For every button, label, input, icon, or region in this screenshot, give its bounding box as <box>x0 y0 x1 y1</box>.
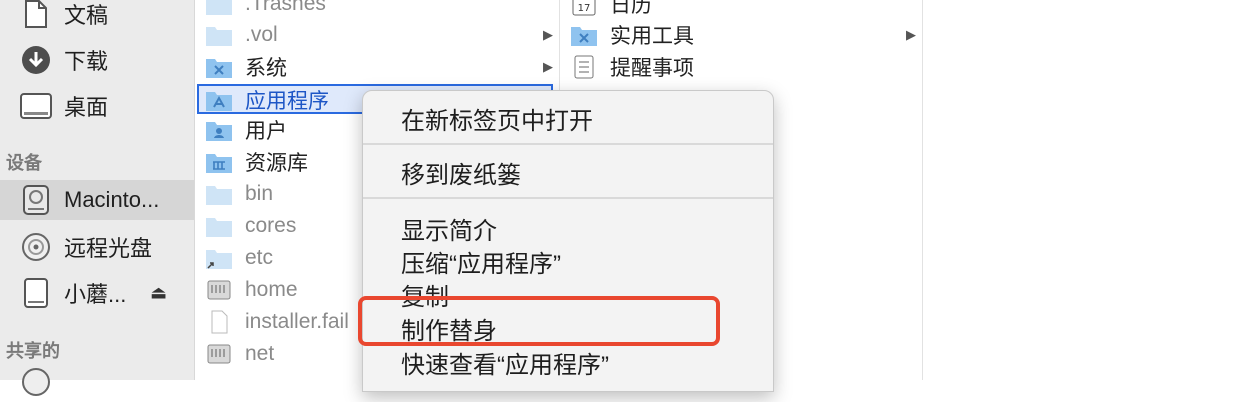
folder-icon <box>205 214 233 238</box>
menu-separator <box>363 143 773 145</box>
file-name: .vol <box>245 23 278 46</box>
file-name: 实用工具 <box>610 25 694 48</box>
sidebar-item-desktop[interactable]: 桌面 <box>0 86 194 126</box>
file-name: installer.fail <box>245 310 349 333</box>
sidebar: 文稿 下载 桌面 设备 Macinto... 远程光盘 小蘑... ⏏ 共享的 <box>0 0 195 396</box>
sidebar-item-label: 文稿 <box>64 3 109 28</box>
sidebar-item-label: 远程光盘 <box>64 236 153 261</box>
disclosure-arrow-icon: ▶ <box>543 27 553 42</box>
eject-icon[interactable]: ⏏ <box>150 283 167 304</box>
context-menu: 在新标签页中打开 移到废纸篓 显示简介 压缩“应用程序” 复制 制作替身 快速查… <box>362 90 774 392</box>
file-row-vol[interactable]: .vol ▶ <box>195 19 559 51</box>
file-icon <box>205 310 233 334</box>
sidebar-item-remote-disc[interactable]: 远程光盘 <box>0 227 194 267</box>
file-name: home <box>245 278 298 301</box>
folder-icon <box>205 182 233 206</box>
calendar-icon: 17 <box>570 0 598 16</box>
sidebar-item-label: 小蘑... <box>64 282 127 307</box>
utilities-folder-icon <box>570 23 598 47</box>
applications-folder-icon <box>205 88 233 112</box>
sidebar-item-label: 下载 <box>64 49 109 74</box>
network-icon <box>20 366 52 398</box>
download-icon <box>20 44 52 76</box>
network-volume-icon <box>205 342 233 366</box>
sidebar-item-shared-partial[interactable] <box>0 362 194 402</box>
file-name: 应用程序 <box>245 90 329 113</box>
file-name: cores <box>245 214 297 237</box>
external-drive-icon <box>20 277 52 309</box>
menu-separator <box>363 197 773 199</box>
file-name: net <box>245 342 275 365</box>
disclosure-arrow-icon: ▶ <box>543 59 553 74</box>
optical-disc-icon <box>20 231 52 263</box>
reminders-icon <box>570 55 598 79</box>
hard-disk-icon <box>20 184 52 216</box>
file-name: etc <box>245 246 274 269</box>
desktop-icon <box>20 90 52 122</box>
library-folder-icon <box>205 150 233 174</box>
menu-item-open-in-new-tab[interactable]: 在新标签页中打开 <box>401 101 593 136</box>
menu-item-quick-look[interactable]: 快速查看“应用程序” <box>401 345 609 380</box>
file-row-trashes[interactable]: .Trashes <box>195 0 559 20</box>
file-name: 系统 <box>245 57 287 80</box>
sidebar-item-label: 桌面 <box>64 95 109 120</box>
sidebar-heading-shared: 共享的 <box>6 341 60 361</box>
folder-icon <box>205 0 233 16</box>
menu-item-move-to-trash[interactable]: 移到废纸篓 <box>401 155 521 190</box>
file-row-utilities[interactable]: 实用工具 ▶ <box>560 19 922 51</box>
file-name: .Trashes <box>245 0 326 15</box>
file-name: bin <box>245 182 274 205</box>
sidebar-item-label: Macinto... <box>64 187 160 212</box>
sidebar-item-macintosh-hd[interactable]: Macinto... <box>0 180 194 220</box>
sidebar-item-external-drive[interactable]: 小蘑... ⏏ <box>0 273 194 313</box>
folder-icon <box>205 23 233 47</box>
document-icon <box>20 0 52 30</box>
network-volume-icon <box>205 278 233 302</box>
sidebar-item-downloads[interactable]: 下载 <box>0 40 194 80</box>
users-folder-icon <box>205 118 233 142</box>
disclosure-arrow-icon: ▶ <box>906 27 916 42</box>
annotation-highlight-box <box>358 296 720 346</box>
file-name: 提醒事项 <box>610 57 694 80</box>
alias-folder-icon <box>205 246 233 270</box>
sidebar-item-documents[interactable]: 文稿 <box>0 0 194 34</box>
file-name: 资源库 <box>245 152 308 175</box>
system-folder-icon <box>205 55 233 79</box>
menu-item-compress[interactable]: 压缩“应用程序” <box>401 244 561 279</box>
file-name: 日历 <box>610 0 652 17</box>
sidebar-heading-devices: 设备 <box>6 153 42 173</box>
file-row-system[interactable]: 系统 ▶ <box>195 51 559 83</box>
menu-item-get-info[interactable]: 显示简介 <box>401 211 497 246</box>
file-row-calendar[interactable]: 17 日历 <box>560 0 922 20</box>
svg-text:17: 17 <box>578 3 591 14</box>
file-row-reminders[interactable]: 提醒事项 <box>560 51 922 83</box>
file-name: 用户 <box>245 120 287 143</box>
